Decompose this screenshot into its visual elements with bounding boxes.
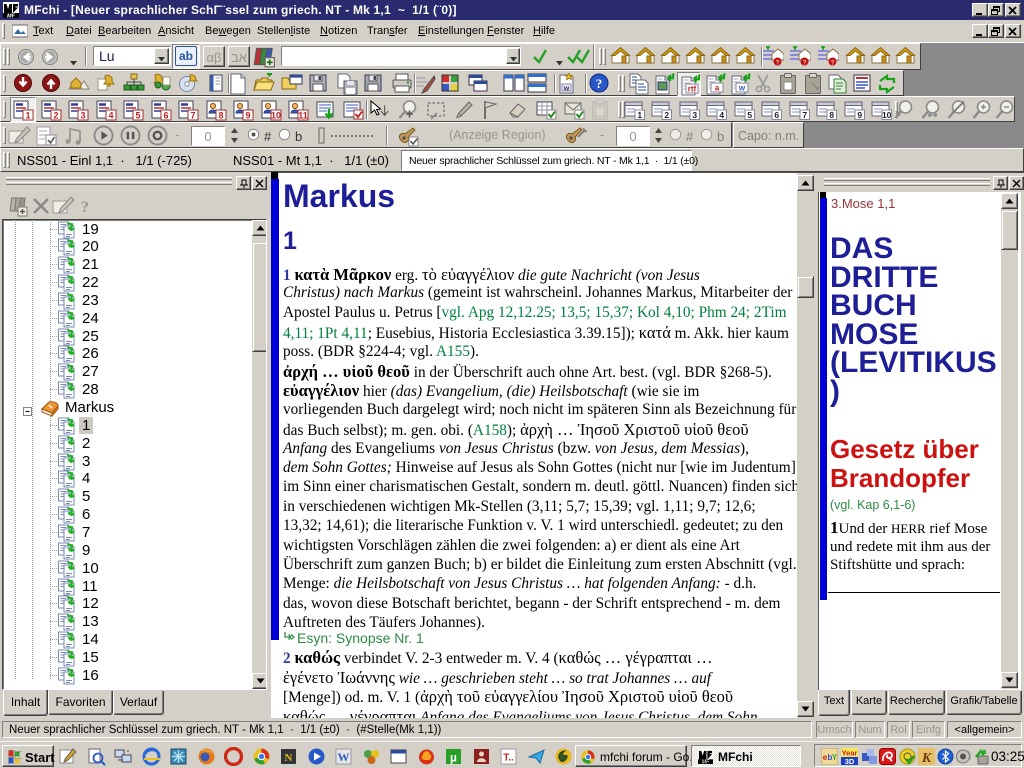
svg-text:7: 7 [190,111,195,121]
svg-text:Y: Y [832,753,838,762]
svg-text:5: 5 [135,111,140,121]
svg-text:a: a [715,84,720,93]
svg-text:K: K [921,751,933,765]
svg-text:2: 2 [664,110,669,120]
svg-text:10: 10 [882,110,892,120]
svg-text:?: ? [831,59,835,66]
svg-text:?: ? [776,59,780,66]
svg-text:rtf: rtf [688,85,697,94]
svg-text:10: 10 [271,111,281,121]
svg-text:?: ? [81,199,89,216]
svg-text:4: 4 [719,110,724,120]
svg-text:8: 8 [829,110,834,120]
svg-text:W: W [337,750,349,764]
svg-text:w: w [738,84,746,93]
svg-text:µ: µ [450,750,457,764]
svg-text:6: 6 [163,111,168,121]
svg-text:9: 9 [245,111,250,121]
svg-text:2: 2 [53,111,58,121]
svg-text:5: 5 [747,110,752,120]
svg-text:MF: MF [7,14,16,18]
svg-text:9: 9 [857,110,862,120]
svg-text:3D: 3D [845,757,855,765]
svg-text:6: 6 [774,110,779,120]
svg-text:3: 3 [692,110,697,120]
svg-text:w: w [563,86,570,93]
svg-text:3: 3 [80,111,85,121]
svg-text:7: 7 [802,110,807,120]
svg-text:1: 1 [637,110,642,120]
svg-text:1: 1 [25,111,30,121]
svg-text:N: N [284,752,292,764]
svg-text:MF: MF [702,760,710,764]
svg-text:T..: T.. [503,752,514,763]
svg-text:4: 4 [108,111,113,121]
svg-text:?: ? [596,76,603,91]
svg-text:?: ? [803,59,807,66]
svg-text:11: 11 [298,111,308,121]
svg-text:8: 8 [218,111,223,121]
